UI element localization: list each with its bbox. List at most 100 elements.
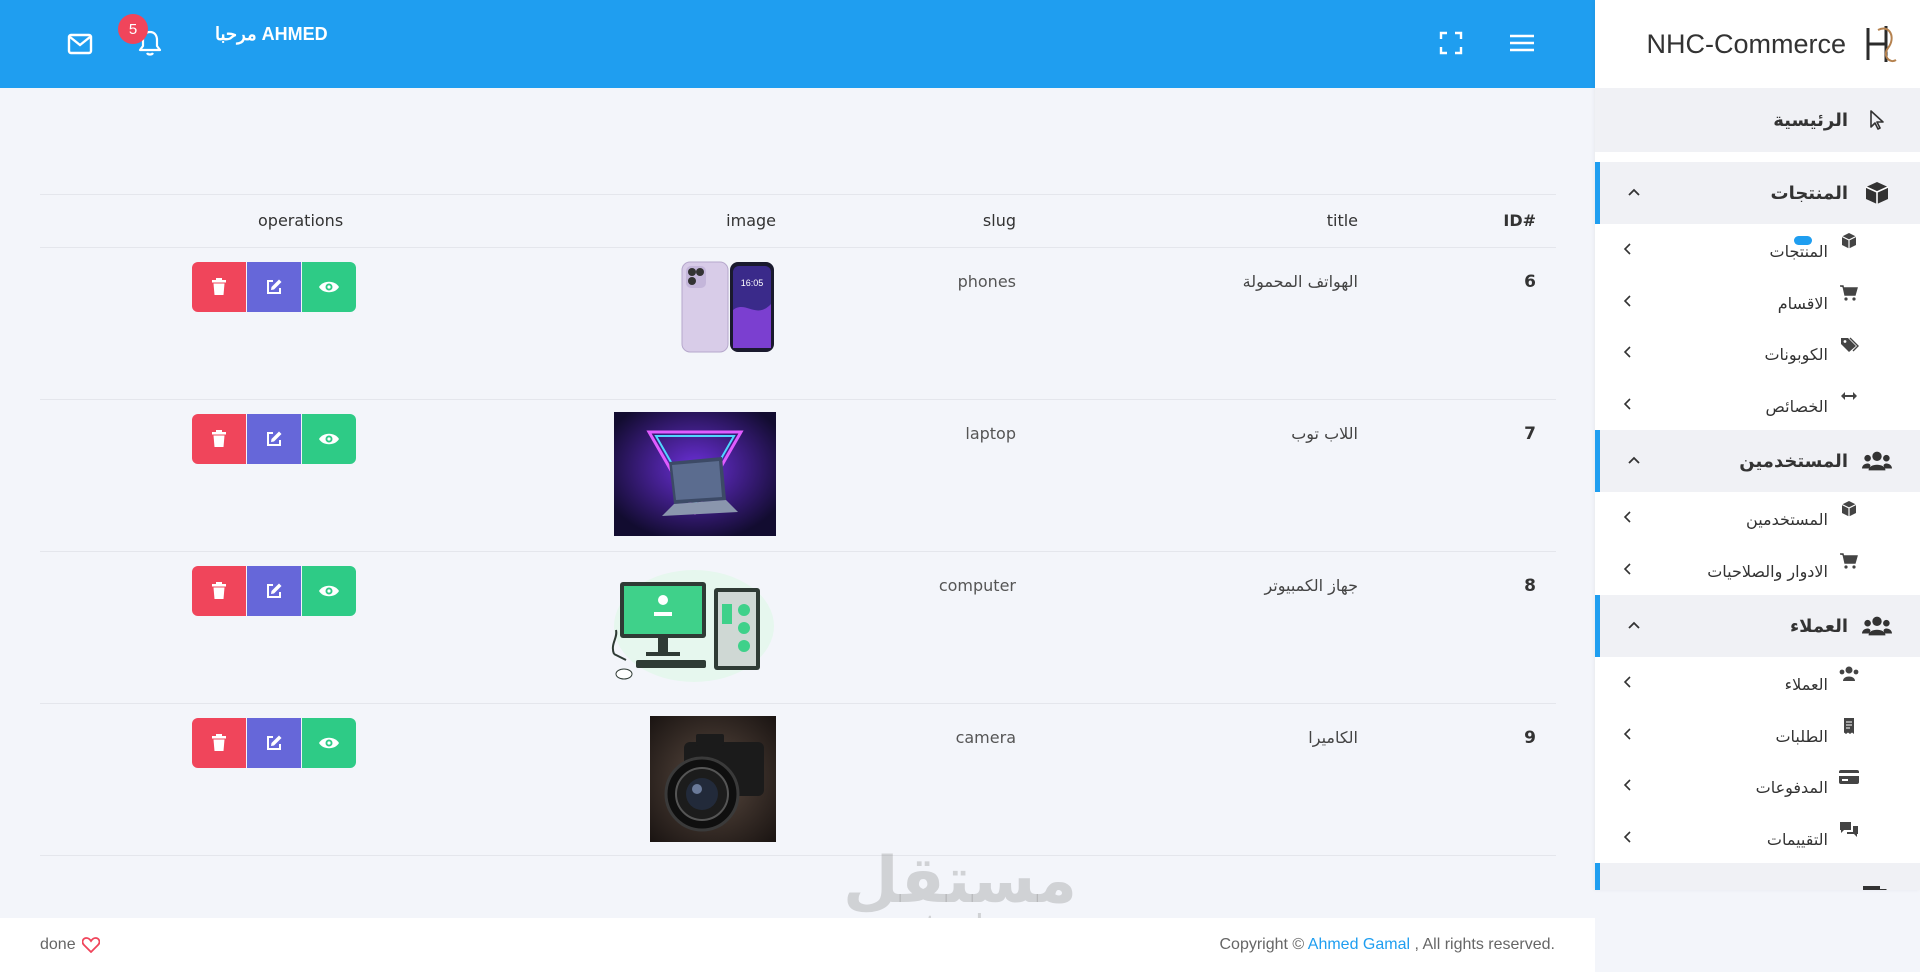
header-image: image [726, 211, 776, 230]
header-title: title [1326, 211, 1358, 230]
view-button[interactable] [302, 566, 356, 616]
sidebar-item-categories[interactable]: الاقسام [1595, 276, 1920, 328]
edit-icon [267, 431, 282, 446]
sidebar-section-shipping[interactable] [1595, 863, 1920, 890]
edit-button[interactable] [247, 262, 301, 312]
notification-badge: 5 [118, 14, 148, 44]
edit-button[interactable] [247, 718, 301, 768]
eye-icon [319, 281, 339, 293]
row-slug: laptop [965, 424, 1016, 443]
view-button[interactable] [302, 718, 356, 768]
item-label: المنتجات [1769, 242, 1829, 261]
product-image-phones: 16:05 [606, 260, 776, 386]
fullscreen-icon[interactable] [1436, 28, 1466, 58]
hamburger-menu-icon[interactable] [1507, 29, 1537, 57]
row-id: 8 [1524, 576, 1536, 596]
brand[interactable]: NHC-Commerce [1595, 0, 1920, 88]
chevron-left-icon [1623, 779, 1631, 791]
eye-icon [319, 585, 339, 597]
sidebar-item-reviews[interactable]: التقييمات [1595, 812, 1920, 864]
footer: done Copyright © Ahmed Gamal , All right… [0, 918, 1595, 972]
view-button[interactable] [302, 414, 356, 464]
table-header: ID# title slug image operations [40, 194, 1556, 248]
chevron-up-icon[interactable] [1626, 184, 1642, 200]
product-image-laptop [606, 412, 776, 538]
author-link[interactable]: Ahmed Gamal [1308, 936, 1410, 953]
watermark-arabic: مستقل [842, 844, 1078, 918]
row-title: اللاب توب [1291, 424, 1358, 443]
sidebar-item-orders[interactable]: الطلبات [1595, 709, 1920, 761]
sidebar-item-payments[interactable]: المدفوعات [1595, 760, 1920, 812]
delete-button[interactable] [192, 262, 246, 312]
trash-icon [212, 582, 226, 599]
edit-button[interactable] [247, 414, 301, 464]
sidebar-item-customers[interactable]: العملاء [1595, 657, 1920, 709]
categories-table: ID# title slug image operations 6 الهوات… [40, 194, 1556, 856]
truck-icon [1862, 881, 1892, 890]
receipt-icon [1844, 717, 1854, 734]
tags-icon [1841, 337, 1859, 352]
row-slug: phones [957, 272, 1016, 291]
sidebar-item-products[interactable]: المنتجات [1595, 224, 1920, 276]
footer-copyright: Copyright © Ahmed Gamal , All rights res… [1220, 936, 1556, 954]
chevron-up-icon[interactable] [1626, 452, 1642, 468]
chevron-left-icon [1623, 294, 1631, 307]
credit-card-icon [1839, 770, 1859, 784]
sidebar-home-label: الرئيسية [1773, 109, 1848, 131]
item-label: الكوبونات [1764, 345, 1828, 364]
chevron-left-icon [1623, 346, 1631, 358]
users-icon [1862, 448, 1892, 474]
svg-text:16:05: 16:05 [741, 278, 764, 288]
delete-button[interactable] [192, 566, 246, 616]
row-operations [192, 566, 356, 616]
chevron-left-icon [1623, 830, 1631, 843]
row-id: 9 [1524, 728, 1536, 748]
row-operations [192, 718, 356, 768]
chevron-left-icon [1623, 243, 1631, 255]
header-slug: slug [982, 211, 1016, 230]
edit-icon [267, 583, 282, 598]
sidebar-section-products[interactable]: المنتجات [1595, 162, 1920, 224]
mail-icon[interactable] [62, 28, 98, 60]
delete-button[interactable] [192, 414, 246, 464]
heart-icon [81, 937, 100, 953]
edit-button[interactable] [247, 566, 301, 616]
row-title: الكاميرا [1308, 728, 1358, 747]
row-slug: camera [955, 728, 1016, 747]
users-icon [1839, 666, 1859, 681]
product-image-computer [606, 564, 776, 690]
cursor-icon [1862, 107, 1892, 133]
item-label: المستخدمين [1746, 510, 1828, 529]
cube-icon [1862, 180, 1892, 206]
chevron-left-icon [1623, 511, 1631, 523]
product-image-camera [606, 716, 776, 842]
copyright-prefix: Copyright © [1219, 936, 1308, 953]
sidebar-item-roles[interactable]: الادوار والصلاحيات [1595, 544, 1920, 596]
row-operations [192, 414, 356, 464]
cube-icon [1841, 233, 1857, 249]
eye-icon [319, 433, 339, 445]
chevron-left-icon [1623, 562, 1631, 575]
sidebar-item-users[interactable]: المستخدمين [1595, 492, 1920, 544]
header-id: ID# [1503, 211, 1536, 230]
sidebar-item-coupons[interactable]: الكوبونات [1595, 327, 1920, 379]
row-id: 6 [1524, 272, 1536, 292]
view-button[interactable] [302, 262, 356, 312]
comments-icon [1840, 821, 1858, 837]
section-label: العملاء [1789, 615, 1848, 637]
footer-done-text: done [40, 936, 76, 953]
item-label: الخصائص [1765, 396, 1828, 416]
sidebar: NHC-Commerce الرئيسية المنتجات المنتجات [1595, 0, 1920, 890]
chevron-up-icon[interactable] [1626, 617, 1642, 633]
delete-button[interactable] [192, 718, 246, 768]
cube-icon [1841, 501, 1857, 517]
greeting-text: مرحبا AHMED [215, 24, 328, 44]
sidebar-nav: الرئيسية المنتجات المنتجات الاقسام الكوب… [1595, 88, 1920, 890]
row-title: جهاز الكمبيوتر [1264, 576, 1358, 595]
sidebar-item-home[interactable]: الرئيسية [1595, 88, 1920, 152]
sidebar-section-users[interactable]: المستخدمين [1595, 430, 1920, 492]
sidebar-item-attributes[interactable]: الخصائص [1595, 379, 1920, 431]
sidebar-section-customers[interactable]: العملاء [1595, 595, 1920, 657]
edit-icon [267, 735, 282, 750]
eye-icon [319, 737, 339, 749]
